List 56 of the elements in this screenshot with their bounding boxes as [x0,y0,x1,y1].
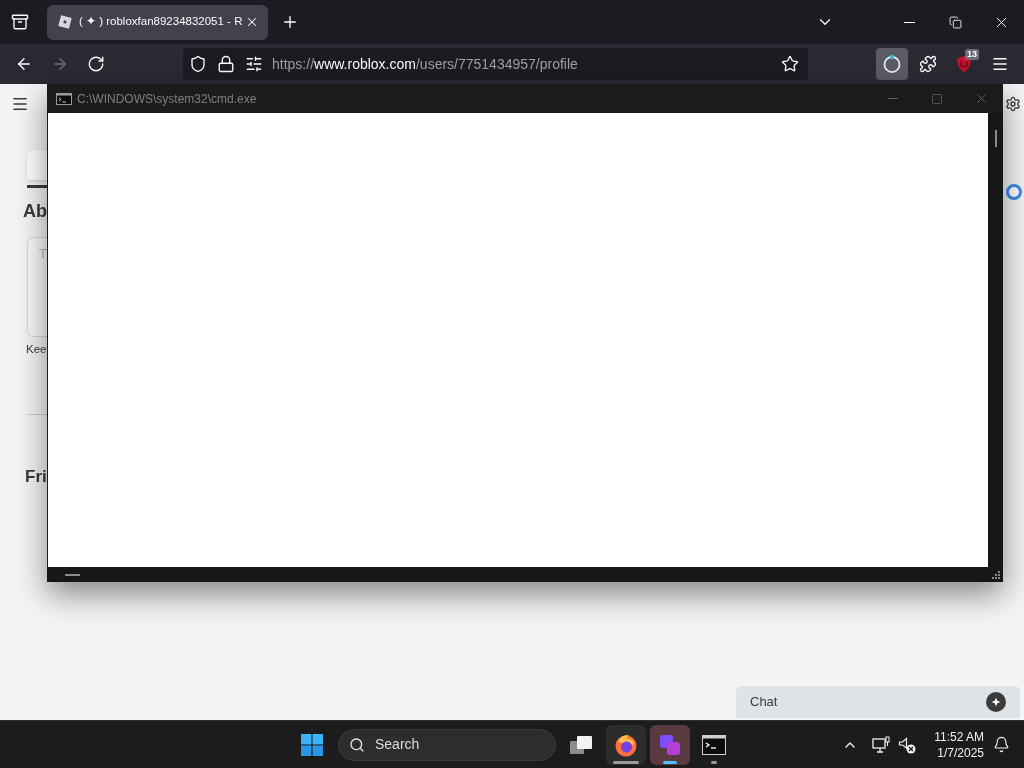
tab-card [27,150,47,180]
minimize-icon [888,98,898,99]
sliders-icon[interactable] [245,55,263,73]
window-indicator-icon [711,760,717,764]
four-squares-icon [301,733,323,756]
plus-circle-icon [986,692,1006,712]
menu-icon [991,55,1009,73]
monitor-icon [872,735,890,754]
arrow-right-icon [51,55,69,73]
archive-icon [11,13,29,31]
chat-bar[interactable]: Chat [736,686,1020,718]
task-view-icon [570,735,592,754]
overlapping-squares-icon [658,732,682,757]
restore-icon [948,15,962,29]
terminal-icon [702,734,726,755]
window-indicator-icon [663,760,677,764]
minimize-icon [903,21,915,23]
reload-icon [87,55,105,73]
bell-icon [992,736,1010,753]
section-heading: Ab [23,200,47,222]
terminal-icon [56,92,72,105]
browser-taskbar-button[interactable] [606,724,646,765]
window-title: C:\WINDOWS\system32\cmd.exe [77,90,257,108]
window-indicator-icon [613,760,639,764]
horizontal-scrollbar[interactable] [47,567,1003,582]
settings-icon[interactable] [1005,96,1021,112]
flame-globe-icon [614,732,638,757]
tab-underline [27,185,47,188]
puzzle-icon [919,55,937,73]
muted-speaker-icon [898,735,916,754]
ring-icon [882,54,902,74]
vertical-scrollbar[interactable] [988,113,1003,567]
close-icon [245,15,259,29]
lock-icon[interactable] [217,55,235,73]
blocker-extension-button[interactable]: 13 [948,48,980,80]
scrollbar-thumb[interactable] [65,573,80,576]
extension-button[interactable] [876,48,908,80]
menu-button[interactable] [11,96,29,112]
maximize-icon [931,92,943,105]
shield-icon[interactable] [189,55,207,73]
search-field[interactable]: Search [338,728,556,761]
app-taskbar-button[interactable] [650,724,690,765]
clock-button[interactable]: 11:52 AM 1/7/2025 [926,728,984,761]
section-heading: Fri [25,467,47,487]
resize-grip-icon[interactable] [991,570,1000,579]
url-text: https://www.roblox.com/users/7751434957/profile [272,54,579,74]
browser-tab[interactable]: ( ✦ ) robloxfan89234832051 - R [47,4,268,40]
address-bar[interactable]: https://www.roblox.com/users/7751434957/profile [183,48,808,80]
ring-icon[interactable] [1006,184,1022,200]
menu-icon [11,95,29,113]
plus-icon [281,13,299,31]
scrollbar-thumb[interactable] [994,130,997,147]
search-icon [349,736,365,753]
star-icon[interactable] [781,55,799,73]
notification-badge: 13 [965,49,979,60]
caption-text: Kee [26,342,47,356]
